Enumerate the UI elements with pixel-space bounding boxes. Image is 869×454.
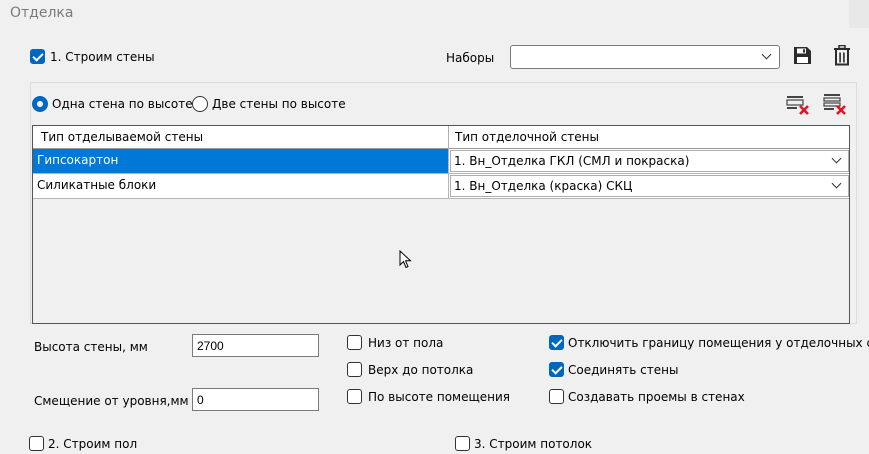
bottom-from-floor-label: Низ от пола [368, 336, 444, 350]
bottom-from-floor-check[interactable] [347, 335, 362, 350]
wall-height-input[interactable] [192, 334, 319, 357]
one-wall-radio[interactable] [32, 96, 48, 115]
two-walls-radio[interactable] [192, 96, 208, 115]
window-title: Отделка [10, 5, 74, 21]
delete-row-icon [786, 96, 809, 115]
build-floor-check[interactable] [29, 436, 44, 451]
top-to-ceiling-check[interactable] [347, 362, 362, 377]
bottom-from-floor-checkbox[interactable] [347, 335, 362, 353]
top-to-ceiling-label: Верх до потолка [368, 363, 474, 377]
by-room-height-label: По высоте помещения [368, 390, 511, 404]
join-walls-check[interactable] [549, 362, 564, 377]
table-row[interactable]: Гипсокартон 1. Вн_Отделка ГКЛ (СМЛ и пок… [33, 149, 849, 174]
disable-room-boundary-check[interactable] [549, 335, 564, 350]
finish-type-select[interactable]: 1. Вн_Отделка ГКЛ (СМЛ и покраска) [450, 150, 849, 172]
delete-all-button[interactable] [823, 93, 847, 118]
chevron-down-icon [831, 178, 842, 189]
column-divider[interactable] [448, 126, 449, 149]
close-button[interactable] [849, 0, 869, 28]
wall-type-cell[interactable]: Силикатные блоки [33, 174, 449, 198]
finish-type-select[interactable]: 1. Вн_Отделка (краска) СКЦ [450, 175, 849, 197]
build-walls-check[interactable] [30, 49, 45, 64]
delete-all-icon [823, 94, 846, 115]
presets-select[interactable] [510, 45, 780, 69]
finish-type-value: 1. Вн_Отделка (краска) СКЦ [454, 179, 633, 193]
level-offset-label: Смещение от уровня,мм [34, 394, 189, 408]
wall-type-cell[interactable]: Гипсокартон [33, 149, 449, 173]
join-walls-checkbox[interactable] [549, 362, 564, 380]
one-wall-radio-button[interactable] [32, 96, 48, 112]
save-button[interactable] [793, 46, 812, 68]
build-ceiling-checkbox[interactable] [455, 436, 470, 454]
level-offset-input[interactable] [192, 388, 319, 411]
column-header-wall-type[interactable]: Тип отделываемой стены [41, 130, 203, 144]
join-walls-label: Соединять стены [568, 363, 679, 377]
create-openings-label: Создавать проемы в стенах [568, 390, 745, 404]
delete-preset-button[interactable] [833, 44, 851, 69]
wall-height-label: Высота стены, мм [34, 340, 148, 354]
chevron-down-icon [831, 153, 842, 164]
trash-icon [834, 44, 850, 66]
build-floor-label: 2. Строим пол [48, 437, 138, 451]
build-walls-checkbox[interactable] [30, 49, 45, 67]
by-room-height-check[interactable] [347, 389, 362, 404]
create-openings-checkbox[interactable] [549, 389, 564, 407]
one-wall-label: Одна стена по высоте [52, 97, 193, 111]
mouse-cursor [399, 249, 413, 273]
finish-type-value: 1. Вн_Отделка ГКЛ (СМЛ и покраска) [454, 154, 690, 168]
save-icon [794, 47, 811, 64]
build-ceiling-label: 3. Строим потолок [474, 437, 593, 451]
build-walls-label: 1. Строим стены [50, 50, 155, 64]
two-walls-label: Две стены по высоте [212, 97, 346, 111]
by-room-height-checkbox[interactable] [347, 389, 362, 407]
presets-label: Наборы [446, 51, 495, 65]
table-header: Тип отделываемой стены Тип отделочной ст… [33, 126, 849, 149]
build-ceiling-check[interactable] [455, 436, 470, 451]
wall-types-table[interactable]: Тип отделываемой стены Тип отделочной ст… [32, 125, 850, 324]
table-row[interactable]: Силикатные блоки 1. Вн_Отделка (краска) … [33, 174, 849, 199]
column-header-finish-type[interactable]: Тип отделочной стены [455, 130, 599, 144]
delete-row-button[interactable] [786, 95, 810, 118]
disable-room-boundary-checkbox[interactable] [549, 335, 564, 353]
disable-room-boundary-label: Отключить границу помещения у отделочных… [568, 336, 869, 350]
cursor-arrow-icon [399, 249, 412, 269]
build-floor-checkbox[interactable] [29, 436, 44, 454]
two-walls-radio-button[interactable] [192, 96, 208, 112]
top-to-ceiling-checkbox[interactable] [347, 362, 362, 380]
chevron-down-icon [761, 49, 772, 60]
create-openings-check[interactable] [549, 389, 564, 404]
title-bar [0, 0, 869, 28]
